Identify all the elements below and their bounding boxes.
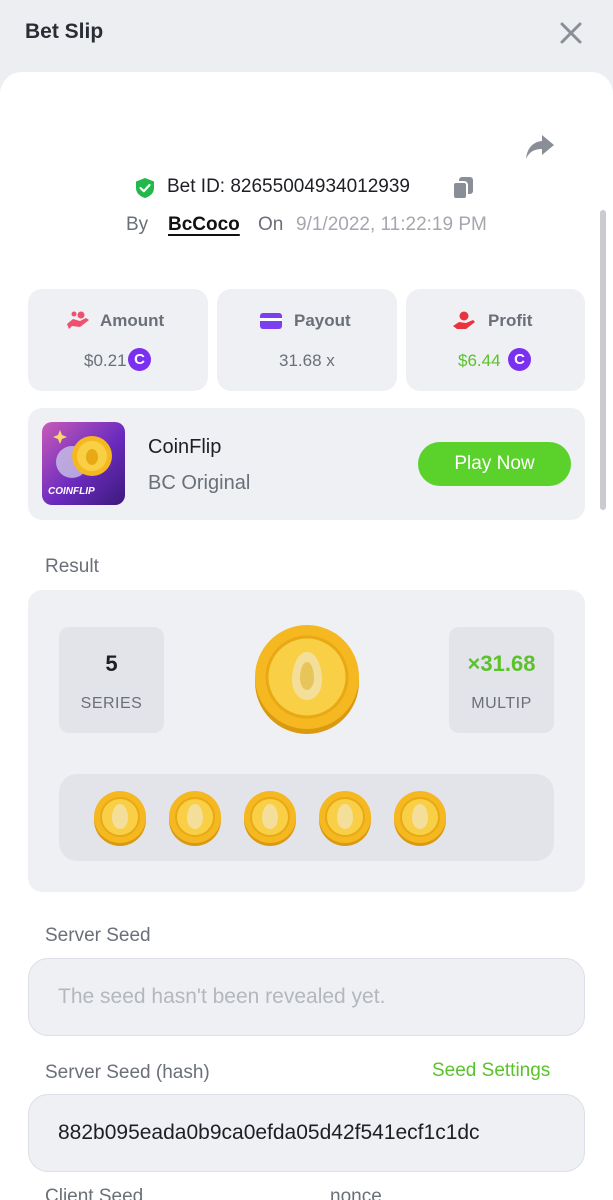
series-label: SERIES — [80, 695, 143, 712]
wallet-card-icon — [260, 313, 282, 329]
payout-value: 31.68 x — [279, 351, 335, 370]
hand-coins-icon — [67, 311, 89, 329]
close-icon[interactable] — [558, 20, 584, 46]
amount-card: Amount $0.21 C — [28, 289, 208, 391]
client-seed-label: Client Seed — [45, 1186, 144, 1200]
scrollbar[interactable] — [600, 210, 606, 510]
game-thumbnail[interactable]: COINFLIP — [42, 422, 125, 505]
copy-icon[interactable] — [452, 176, 474, 200]
coin-icon — [255, 625, 359, 734]
payout-card: Payout 31.68 x — [217, 289, 397, 391]
server-seed-label: Server Seed — [45, 925, 151, 946]
bet-date: 9/1/2022, 11:22:19 PM — [296, 214, 487, 235]
game-name: CoinFlip — [148, 436, 222, 458]
result-card: 5 SERIES ×31.68 MULTIP — [28, 590, 585, 892]
payout-label: Payout — [294, 311, 351, 330]
result-label: Result — [45, 556, 99, 577]
server-seed-hash-value: 882b095eada0b9ca0efda05d42f541ecf1c1dc — [58, 1121, 480, 1144]
game-card: COINFLIP CoinFlip BC Original Play Now — [28, 408, 585, 520]
server-seed-hash-label: Server Seed (hash) — [45, 1062, 210, 1083]
currency-icon: C — [508, 348, 531, 371]
by-label: By — [126, 214, 149, 235]
amount-value: $0.21 — [84, 351, 127, 370]
shield-check-icon — [136, 178, 154, 198]
profit-card: Profit $6.44 C — [406, 289, 585, 391]
series-box: 5 SERIES — [59, 627, 164, 733]
profit-label: Profit — [488, 311, 533, 330]
bet-slip-header: Bet Slip — [0, 0, 613, 72]
user-link[interactable]: BcCoco — [168, 214, 240, 236]
coin-result-icon — [319, 791, 371, 846]
multiplier-box: ×31.68 MULTIP — [449, 627, 554, 733]
profit-value: $6.44 — [458, 351, 501, 370]
coin-result-icon — [169, 791, 221, 846]
server-seed-hash-field[interactable]: 882b095eada0b9ca0efda05d42f541ecf1c1dc — [28, 1094, 585, 1172]
bet-id-row: Bet ID: 82655004934012939 — [0, 174, 613, 202]
bet-id: Bet ID: 82655004934012939 — [167, 176, 410, 197]
game-provider: BC Original — [148, 472, 251, 494]
server-seed-placeholder: The seed hasn't been revealed yet. — [58, 985, 386, 1008]
thumb-label: COINFLIP — [48, 486, 95, 497]
bet-author-row: By BcCoco On 9/1/2022, 11:22:19 PM — [0, 212, 613, 240]
multiplier-value: ×31.68 — [467, 651, 536, 676]
share-icon[interactable] — [524, 132, 556, 162]
series-value: 5 — [105, 651, 118, 676]
coin-result-icon — [394, 791, 446, 846]
coin-history — [59, 774, 554, 861]
on-label: On — [258, 214, 284, 235]
play-now-button[interactable]: Play Now — [418, 442, 571, 486]
coin-result-icon — [94, 791, 146, 846]
nonce-label: nonce — [330, 1186, 382, 1200]
amount-label: Amount — [100, 311, 165, 330]
seed-settings-link[interactable]: Seed Settings — [432, 1060, 550, 1082]
server-seed-field[interactable]: The seed hasn't been revealed yet. — [28, 958, 585, 1036]
coin-result-icon — [244, 791, 296, 846]
currency-icon: C — [128, 348, 151, 371]
page-title: Bet Slip — [25, 20, 104, 43]
multiplier-label: MULTIP — [471, 695, 532, 712]
profit-hand-icon — [453, 311, 475, 329]
